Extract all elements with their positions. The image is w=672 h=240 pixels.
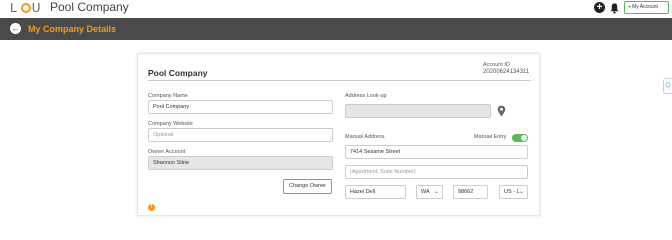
card-title: Pool Company: [148, 68, 208, 78]
divider: [148, 80, 531, 81]
account-id-label: Account ID: [483, 62, 510, 68]
account-id-value: 20200624134311: [483, 69, 530, 75]
address-lookup-label: Address Look-up: [345, 93, 387, 99]
back-arrow-icon[interactable]: ←: [10, 23, 21, 34]
manual-entry-toggle[interactable]: [512, 134, 528, 142]
person-icon: ●: [628, 4, 632, 10]
my-account-label: My Account: [632, 4, 658, 10]
add-icon[interactable]: +: [594, 2, 605, 13]
logo-o-shape: [20, 3, 31, 13]
app-title: Pool Company: [50, 0, 129, 14]
top-bar: LU Pool Company + ●My Account: [0, 0, 672, 18]
address-line2-input[interactable]: (Apartment, Suite Number): [345, 165, 528, 179]
company-website-input[interactable]: Optional: [148, 128, 333, 142]
my-account-button[interactable]: ●My Account: [624, 1, 669, 14]
owner-account-field: Shannon Stine: [148, 156, 333, 170]
owner-account-label: Owner Account: [148, 149, 186, 155]
zip-input[interactable]: 98662: [453, 185, 488, 199]
country-value: US - L: [504, 189, 520, 195]
company-website-label: Company Website: [148, 121, 193, 127]
map-pin-icon[interactable]: [497, 105, 506, 117]
change-owner-button[interactable]: Change Owner: [283, 179, 332, 194]
country-select[interactable]: US - L ⌄: [499, 185, 528, 199]
page-header-bar: ← My Company Details: [0, 18, 672, 40]
info-icon[interactable]: !: [148, 204, 155, 211]
page-title: My Company Details: [28, 24, 117, 34]
company-name-input[interactable]: Pool Company: [148, 100, 333, 114]
logo[interactable]: LU: [10, 1, 43, 15]
state-select[interactable]: WA ⌄: [416, 185, 443, 199]
bell-icon[interactable]: [609, 2, 620, 14]
city-input[interactable]: Hazel Dell: [345, 185, 406, 199]
company-name-label: Company Name: [148, 93, 188, 99]
manual-entry-label: Manual Entry: [474, 134, 507, 140]
chevron-down-icon: ⌄: [433, 189, 439, 195]
manual-address-label: Manual Address: [345, 134, 385, 140]
street-address-input[interactable]: 7414 Sesame Street: [345, 145, 528, 159]
side-help-tab[interactable]: Q: [663, 78, 672, 94]
chevron-down-icon: ⌄: [518, 189, 524, 195]
state-value: WA: [421, 189, 430, 195]
address-lookup-input[interactable]: [345, 104, 491, 118]
company-details-card: Pool Company Account ID 20200624134311 C…: [137, 53, 540, 216]
toggle-knob: [521, 135, 527, 141]
